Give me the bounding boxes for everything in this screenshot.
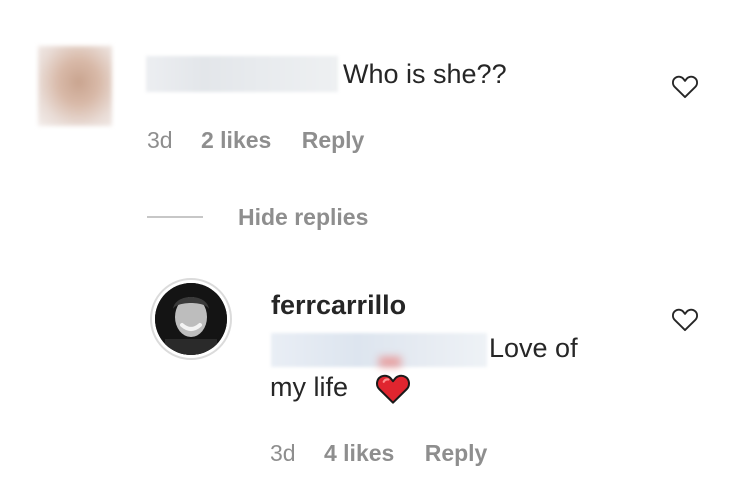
comment-meta: 3d 2 likes Reply xyxy=(147,125,364,155)
commenter-username-blurred[interactable] xyxy=(146,56,338,92)
reply-mention-blurred[interactable] xyxy=(271,333,487,367)
red-heart-emoji-icon xyxy=(376,374,410,404)
like-heart-icon[interactable] xyxy=(671,73,699,99)
comment-likes[interactable]: 2 likes xyxy=(201,127,271,153)
reply-text-line1: Love of xyxy=(489,333,578,363)
reply-reply-button[interactable]: Reply xyxy=(425,440,488,466)
reply-likes[interactable]: 4 likes xyxy=(324,440,394,466)
reply-avatar-photo xyxy=(155,283,227,355)
reply-avatar[interactable] xyxy=(150,278,232,360)
hide-replies-button[interactable]: Hide replies xyxy=(238,202,368,232)
replies-divider xyxy=(147,216,203,218)
reply-username[interactable]: ferrcarrillo xyxy=(271,290,406,321)
commenter-avatar[interactable] xyxy=(38,46,112,126)
reply-meta: 3d 4 likes Reply xyxy=(270,438,487,468)
reply-time: 3d xyxy=(270,440,296,466)
comment-time: 3d xyxy=(147,127,173,153)
comment-text: Who is she?? xyxy=(343,59,507,89)
reply-like-heart-icon[interactable] xyxy=(671,306,699,332)
comment-reply-button[interactable]: Reply xyxy=(302,127,365,153)
reply-text-line2: my life xyxy=(270,372,349,402)
